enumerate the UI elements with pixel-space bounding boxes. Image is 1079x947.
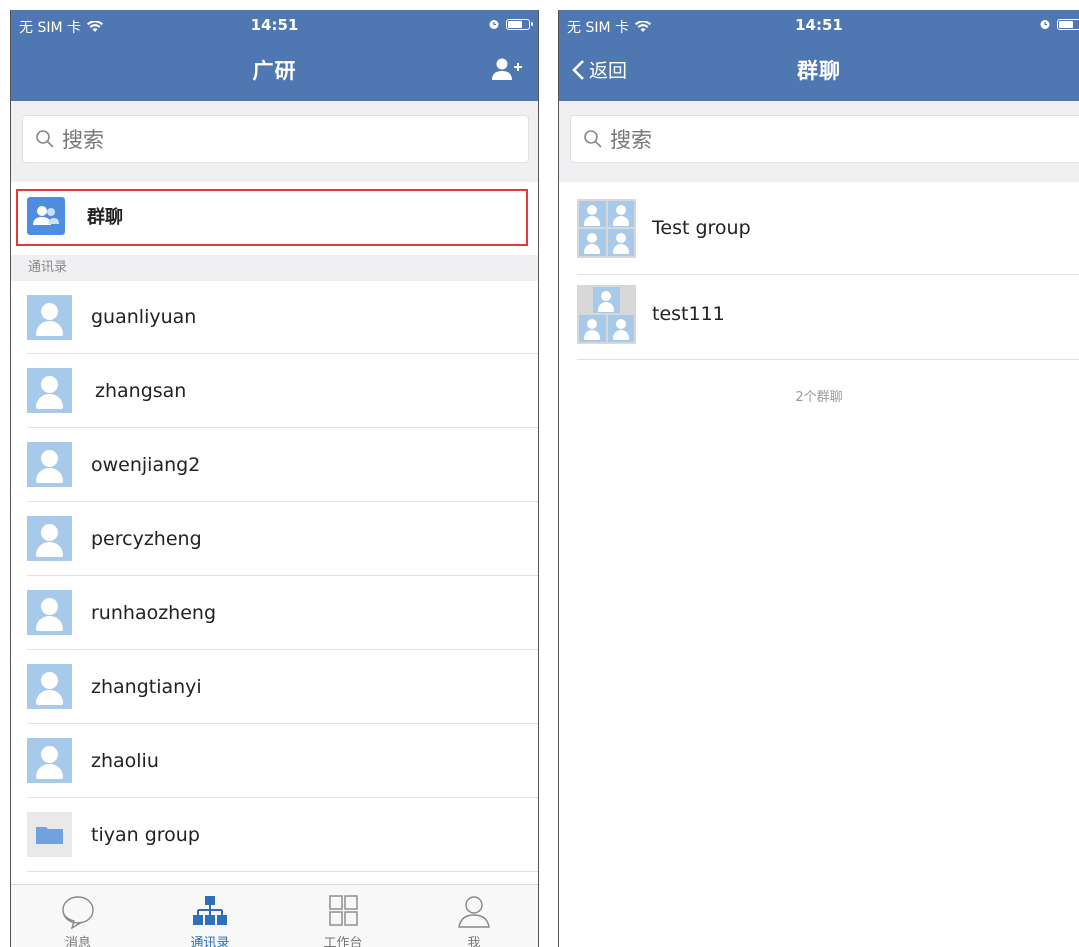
- tab-bar: 消息 通讯录 工作台 我: [11, 884, 538, 947]
- add-person-icon: [492, 58, 522, 80]
- nav-header: 无 SIM 卡 14:51 广研: [11, 10, 538, 101]
- group-row[interactable]: Test group: [559, 190, 1079, 266]
- group-chat-row[interactable]: 群聊: [11, 190, 538, 242]
- search-input[interactable]: 搜索: [22, 115, 529, 163]
- tab-me[interactable]: 我: [434, 885, 514, 947]
- contact-row[interactable]: runhaozheng: [11, 576, 538, 649]
- divider: [577, 359, 1079, 360]
- search-icon: [584, 130, 602, 148]
- group-avatar: [577, 284, 636, 344]
- group-name: test111: [652, 303, 725, 325]
- search-placeholder: 搜索: [62, 128, 104, 152]
- contact-name: zhangtianyi: [91, 675, 202, 698]
- chat-bubble-icon: [62, 896, 94, 929]
- contact-name: owenjiang2: [91, 453, 201, 476]
- contact-row[interactable]: zhangtianyi: [11, 650, 538, 723]
- search-bar: 搜索: [11, 101, 538, 183]
- group-count: 2个群聊: [795, 390, 843, 405]
- page-title: 广研: [252, 59, 297, 83]
- tab-contacts[interactable]: 通讯录: [170, 885, 250, 947]
- page-title: 群聊: [797, 59, 841, 83]
- battery-icon: [506, 18, 533, 30]
- contacts-screen: 无 SIM 卡 14:51 广研 搜索 群聊 通讯录 guanliyuan zh…: [10, 10, 539, 947]
- battery-icon: [1057, 18, 1079, 30]
- search-icon: [36, 130, 54, 148]
- avatar: [27, 516, 72, 561]
- grid-icon: [329, 895, 358, 926]
- status-indicators: [488, 18, 533, 30]
- tab-label: 通讯录: [190, 936, 230, 947]
- tab-label: 消息: [64, 936, 91, 947]
- divider: [27, 871, 538, 872]
- alarm-icon: [489, 20, 499, 29]
- avatar: [27, 738, 72, 783]
- search-input[interactable]: 搜索: [570, 115, 1079, 163]
- group-chat-label: 群聊: [87, 207, 123, 228]
- status-indicators: [1039, 18, 1079, 30]
- contact-list: guanliyuan zhangsan owenjiang2 percyzhen…: [11, 281, 538, 884]
- nav-header: 无 SIM 卡 14:51 返回 群聊: [559, 10, 1079, 101]
- person-outline-icon: [458, 896, 490, 928]
- status-bar: 无 SIM 卡 14:51: [559, 10, 1079, 40]
- contact-row[interactable]: zhaoliu: [11, 724, 538, 797]
- contact-name: guanliyuan: [91, 306, 197, 328]
- contact-row[interactable]: zhangsan: [11, 354, 538, 427]
- group-list: Test group test111 2个群聊: [559, 182, 1079, 947]
- search-bar: 搜索: [559, 101, 1079, 183]
- tab-label: 我: [467, 936, 481, 947]
- group-avatar: [577, 198, 636, 258]
- folder-row[interactable]: tiyan group: [11, 798, 538, 871]
- search-placeholder: 搜索: [610, 128, 652, 152]
- status-time: 14:51: [250, 16, 299, 34]
- status-time: 14:51: [795, 16, 843, 34]
- avatar: [27, 368, 72, 413]
- org-chart-icon: [193, 896, 227, 925]
- group-name: Test group: [652, 217, 751, 239]
- contact-row[interactable]: guanliyuan: [11, 281, 538, 353]
- contact-name: zhangsan: [95, 379, 187, 402]
- folder-name: tiyan group: [91, 823, 200, 846]
- group-chat-icon: [27, 197, 65, 235]
- avatar: [27, 664, 72, 709]
- tab-messages[interactable]: 消息: [38, 885, 118, 947]
- alarm-icon: [1040, 20, 1050, 29]
- contact-name: zhaoliu: [91, 749, 159, 772]
- tab-workbench[interactable]: 工作台: [303, 885, 383, 947]
- tab-label: 工作台: [323, 936, 363, 947]
- contact-name: percyzheng: [91, 527, 202, 550]
- avatar: [27, 294, 72, 340]
- section-header: 通讯录: [11, 255, 538, 281]
- avatar: [27, 590, 72, 635]
- contact-row[interactable]: owenjiang2: [11, 428, 538, 501]
- folder-icon: [27, 812, 72, 857]
- add-contact-button[interactable]: [492, 58, 522, 86]
- contact-name: runhaozheng: [91, 601, 217, 624]
- avatar: [27, 442, 72, 487]
- contact-row[interactable]: percyzheng: [11, 502, 538, 575]
- group-row[interactable]: test111: [559, 276, 1079, 352]
- status-bar: 无 SIM 卡 14:51: [11, 10, 538, 40]
- divider: [577, 274, 1079, 275]
- group-chat-screen: 无 SIM 卡 14:51 返回 群聊 搜索 Test group test11…: [558, 10, 1079, 947]
